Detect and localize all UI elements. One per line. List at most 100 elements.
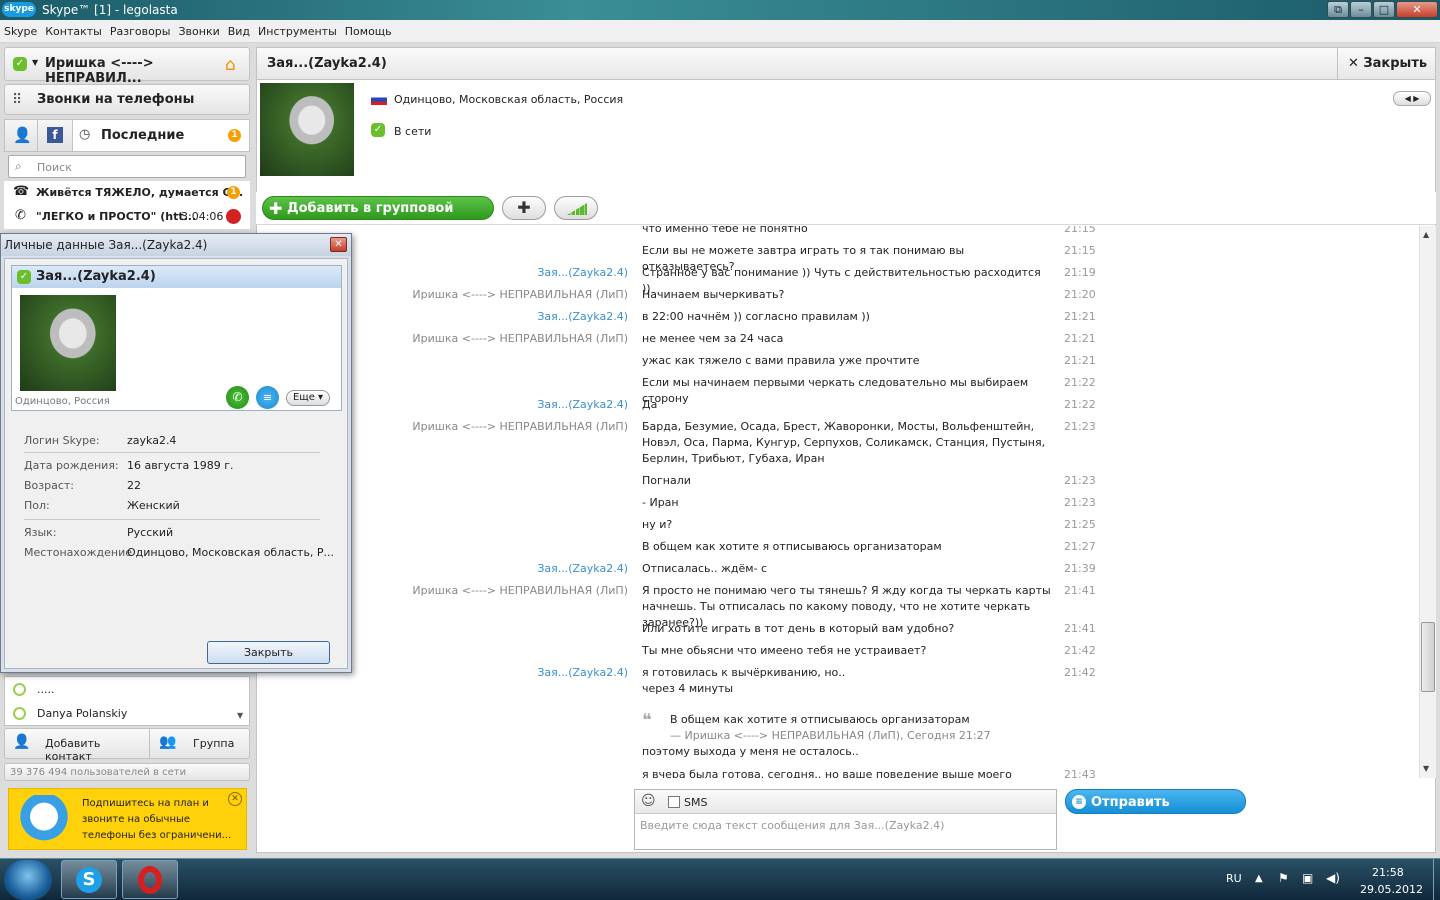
sms-checkbox[interactable]: [668, 796, 680, 808]
search-icon: ⌕: [15, 159, 22, 173]
menu-help[interactable]: Помощь: [341, 20, 396, 43]
list-item[interactable]: Danya Polanskiy: [5, 703, 235, 725]
promo-text: Подпишитесь на план и звоните на обычные…: [82, 798, 232, 841]
scroll-up-icon[interactable]: ▲: [1423, 230, 1429, 239]
call-icon[interactable]: ✆: [226, 386, 249, 409]
dialog-title: Личные данные Зая...(Zayka2.4): [4, 238, 208, 252]
menu-calls[interactable]: Звонки: [174, 20, 223, 43]
my-status-bar[interactable]: ✓ ▼ Иришка <----> НЕПРАВИЛ... ⌂: [4, 47, 250, 86]
clock-time[interactable]: 21:58: [1372, 866, 1404, 879]
restore-icon[interactable]: ⧉: [1327, 1, 1349, 18]
taskbar-skype[interactable]: S: [61, 860, 117, 899]
group-button[interactable]: 👥 Группа: [153, 729, 249, 758]
recent-badge: 1: [227, 186, 240, 199]
search-input[interactable]: ⌕ Поиск: [8, 155, 246, 178]
opera-icon: [138, 866, 162, 894]
add-contact-label: Добавить контакт: [45, 737, 101, 763]
send-message-button[interactable]: ≡ Отправить сообщение: [1065, 789, 1246, 835]
menu-tools[interactable]: Инструменты: [254, 20, 341, 43]
message-time: 21:15: [1064, 226, 1096, 235]
chat-scrollbar[interactable]: ▲ ▼: [1419, 226, 1436, 778]
recent-list: ☎ Живётся ТЯЖЕЛО, думается С... 1 ✆ "ЛЕГ…: [4, 181, 250, 229]
emoticon-icon[interactable]: ☺: [641, 793, 656, 809]
close-promo-icon[interactable]: ✕: [228, 792, 242, 806]
chevron-down-icon: ▼: [32, 58, 39, 67]
add-to-group-call-button[interactable]: ✚ Добавить в групповой звонок: [262, 196, 494, 240]
contact-name: .....: [37, 683, 55, 696]
field-value: 22: [127, 479, 141, 492]
tab-facebook[interactable]: f: [38, 120, 73, 151]
more-label: Еще: [292, 392, 315, 403]
volume-icon[interactable]: ◀): [1326, 871, 1340, 885]
facebook-icon: f: [47, 127, 63, 143]
home-icon[interactable]: ⌂: [225, 55, 236, 75]
quote-source: — Иришка <----> НЕПРАВИЛЬНАЯ (ЛиП), Сего…: [670, 729, 991, 742]
quote-after: поэтому выхода у меня не осталось..: [642, 745, 859, 758]
message-time: 21:22: [1064, 398, 1096, 411]
more-button[interactable]: Еще ▾: [286, 390, 330, 406]
close-window-icon[interactable]: ✕: [1396, 1, 1438, 18]
message-time: 21:21: [1064, 332, 1096, 345]
online-count: 39 376 494 пользователей в сети: [4, 763, 250, 781]
profile-avatar: [20, 295, 116, 391]
message-text: я вчера была готова. сегодня.. но ваше п…: [642, 768, 1012, 778]
promo-banner[interactable]: Подпишитесь на план и звоните на обычные…: [8, 788, 247, 850]
tab-contacts[interactable]: 👤: [5, 120, 38, 151]
avatar[interactable]: [260, 83, 354, 176]
scroll-down-icon[interactable]: ▼: [1423, 764, 1429, 773]
status-icon: [13, 683, 26, 696]
message-time: 21:42: [1064, 644, 1096, 657]
add-button[interactable]: ✚: [502, 196, 546, 220]
maximize-icon[interactable]: □: [1373, 1, 1395, 18]
dialpad-icon: ⠿: [12, 92, 23, 108]
conversation-title: Зая...(Zayka2.4): [267, 56, 387, 71]
divider: [24, 519, 320, 520]
plus-icon: ✚: [269, 199, 283, 218]
message-input[interactable]: Введите сюда текст сообщения для Зая...(…: [640, 819, 944, 832]
message-time: 21:25: [1064, 518, 1096, 531]
group-label: Группа: [193, 737, 235, 750]
minimize-icon[interactable]: –: [1350, 1, 1372, 18]
call-quality-button[interactable]: [554, 196, 598, 220]
show-hidden-icons-icon[interactable]: ▲: [1255, 873, 1263, 884]
show-desktop-button[interactable]: [1433, 859, 1440, 900]
menu-skype[interactable]: Skype: [0, 20, 41, 43]
message-time: 21:27: [1064, 540, 1096, 553]
start-button[interactable]: [4, 860, 52, 900]
message-text: в 22:00 начнём )) согласно правилам )): [642, 310, 870, 323]
dialog-close-button[interactable]: Закрыть: [207, 641, 330, 664]
menu-contacts[interactable]: Контакты: [41, 20, 106, 43]
list-item[interactable]: ✆ "ЛЕГКО и ПРОСТО" (htt... 3:04:06: [4, 205, 250, 229]
scroll-thumb[interactable]: [1421, 622, 1435, 692]
call-actions-bar: ✚ Добавить в групповой звонок ✚: [256, 192, 1436, 240]
chat-icon[interactable]: ≡: [256, 386, 279, 409]
profile-nav-arrows[interactable]: ◀ ▶: [1393, 91, 1431, 106]
quote-text: В общем как хотите я отписываюсь организ…: [670, 713, 970, 726]
language-indicator[interactable]: RU: [1226, 872, 1242, 885]
list-item[interactable]: .....: [5, 679, 235, 701]
scroll-down-icon[interactable]: ▼: [237, 711, 243, 720]
skype-logo: skype: [2, 2, 36, 17]
action-center-icon[interactable]: ⚑: [1278, 871, 1289, 885]
network-icon[interactable]: ▣: [1302, 871, 1313, 885]
menu-view[interactable]: Вид: [224, 20, 254, 43]
russia-flag-icon: [371, 94, 387, 105]
dialog-close-icon[interactable]: ✕: [330, 237, 347, 252]
menu-conversations[interactable]: Разговоры: [106, 20, 175, 43]
close-conversation-button[interactable]: ✕ Закрыть: [1337, 48, 1435, 79]
field-label: Местонахождение: [24, 546, 133, 559]
add-contact-button[interactable]: 👤 Добавить контакт: [5, 729, 150, 763]
field-value: zayka2.4: [127, 434, 177, 447]
window-title: Skype™ [1] - legolasta: [42, 3, 178, 17]
message-time: 21:21: [1064, 354, 1096, 367]
clock-date[interactable]: 29.05.2012: [1360, 883, 1423, 896]
message-time: 21:42: [1064, 666, 1096, 679]
call-phones-button[interactable]: ⠿ Звонки на телефоны: [4, 84, 250, 115]
tab-recent[interactable]: ◷ Последние 1: [73, 120, 249, 151]
taskbar-opera[interactable]: [122, 860, 178, 899]
contact-name: Danya Polanskiy: [37, 707, 128, 720]
list-item[interactable]: ☎ Живётся ТЯЖЕЛО, думается С... 1: [4, 181, 250, 205]
message-time: 21:21: [1064, 310, 1096, 323]
field-value: Русский: [127, 526, 174, 539]
contact-list: ..... Danya Polanskiy ▼: [4, 676, 250, 726]
